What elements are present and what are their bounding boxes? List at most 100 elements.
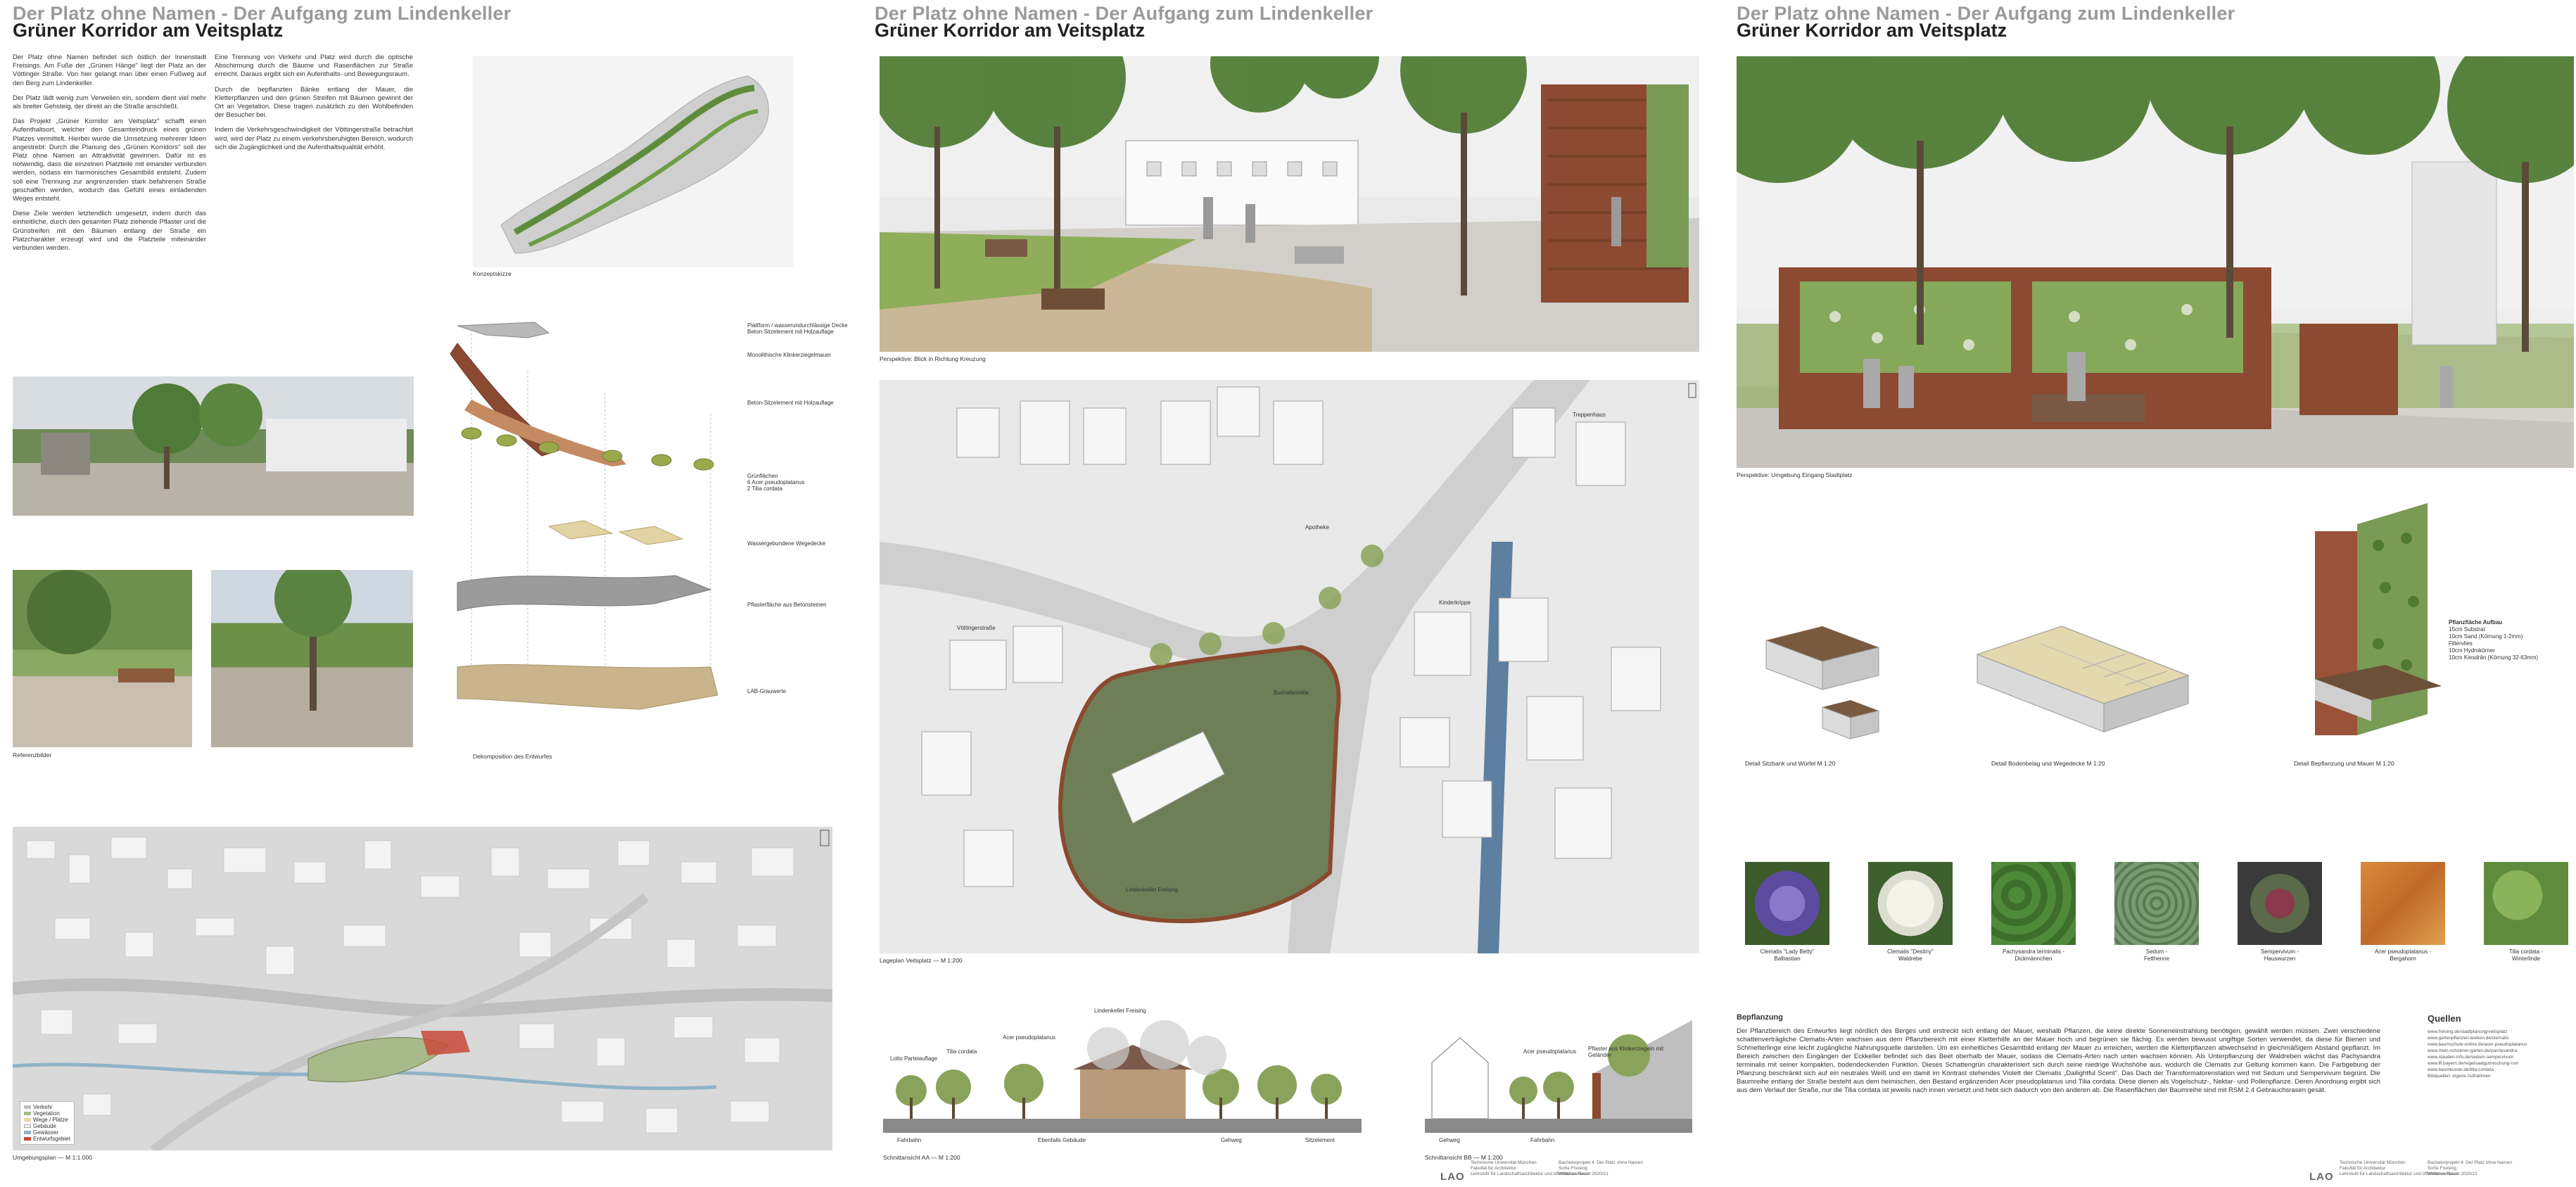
section-label: Lindenkeller Freising: [1094, 1008, 1146, 1014]
section-aa: Lindenkeller Freising Tilia cordata Acer…: [883, 1006, 1362, 1150]
map-legend: Verkehr Vegetation Wege / Plätze Gebäude…: [20, 1101, 75, 1145]
plant-caption: Pachysandra terminalis - Dickmännchen: [2002, 948, 2065, 962]
section-label: Lotto Parteiauflage: [890, 1055, 938, 1062]
section-label: Ebenfalls Gebäude: [1038, 1137, 1086, 1143]
sources-list: www.freising.de/stadtplanung/veitsplatz …: [2428, 1029, 2568, 1079]
plan-label: Bushaltestelle: [1274, 690, 1309, 696]
environment-caption: Umgebungsplan — M 1:1.000: [13, 1154, 92, 1161]
sheet-title-line2: Grüner Korridor am Veitsplatz: [13, 20, 284, 41]
section-label: Fahrbahn: [1530, 1137, 1555, 1143]
section-label: Acer pseudoplatanus: [1003, 1034, 1056, 1041]
sheet-title-line2: Grüner Korridor am Veitsplatz: [875, 20, 1146, 41]
legend-label: Vegetation: [33, 1110, 60, 1117]
reference-caption: Referenzbilder: [13, 751, 52, 758]
source-item: www.gartenpflanzen-lexikon.de/clematis: [2428, 1036, 2509, 1041]
plant-photo-sempervivum: [2238, 862, 2322, 945]
legend-item: Gebäude: [24, 1123, 70, 1129]
plant-caption: Clematis "Destiny" Waldrebe: [1887, 948, 1934, 962]
legend-item: Wege / Plätze: [24, 1117, 70, 1123]
detail-paving: [1963, 612, 2202, 753]
section-label: Gehweg: [1439, 1137, 1460, 1143]
plan-label: Apotheke: [1305, 524, 1329, 531]
source-item: www.mein-schoener-garten.de/pachysandra: [2428, 1048, 2518, 1053]
wall-layer: 15cm Substrat: [2449, 626, 2485, 633]
wall-layer: 10cm Sand (Körnung 1-2mm): [2449, 633, 2523, 640]
concept-sketch: [473, 56, 793, 267]
explode-label: Grünflächen 6 Acer pseudoplatanus 2 Tili…: [747, 473, 805, 492]
lao-logo: LAO: [1440, 1171, 1465, 1183]
intro-paragraph: Das Projekt „Grüner Korridor am Veitspla…: [13, 118, 206, 203]
plant-photo-clematis-white: [1868, 862, 1953, 945]
intro-text-col1: Der Platz ohne Namen befindet sich östli…: [13, 53, 206, 259]
legend-label: Gebäude: [33, 1123, 56, 1129]
decomposition-caption: Dekomposition des Entwurfes: [473, 753, 552, 760]
plant-photo-acer: [2361, 862, 2445, 945]
plant-photo-sedum: [2114, 862, 2199, 945]
concept-caption: Konzeptskizze: [473, 270, 512, 277]
perspective-caption: Perspektive: Umgebung Eingang Stadtplatz: [1737, 471, 1853, 478]
source-item: www.baumkunde.de/tilia-cordata: [2428, 1067, 2494, 1072]
explode-label: Plattform / wasserundurchlässige Decke B…: [747, 322, 848, 335]
sheet-2: Der Platz ohne Namen - Der Aufgang zum L…: [862, 0, 1720, 1187]
plan-label: Lindenkeller Freising: [1126, 887, 1178, 893]
section-label: Acer pseudoplatanus: [1523, 1048, 1577, 1055]
plan-label: Vöttingerstraße: [957, 625, 996, 631]
section-a-caption: Schnittansicht AA — M 1:200: [883, 1154, 960, 1161]
plant-photo-clematis-violet: [1745, 862, 1829, 945]
section-label: Fahrbahn: [897, 1137, 922, 1143]
sources-heading: Quellen: [2428, 1013, 2461, 1024]
explode-label: Wassergebundene Wegedecke: [747, 540, 826, 547]
perspective-crossing: [880, 56, 1699, 352]
planting-heading: Bepflanzung: [1737, 1013, 1783, 1022]
sheet-title-line2: Grüner Korridor am Veitsplatz: [1737, 20, 2007, 41]
legend-item: Gewässer: [24, 1129, 70, 1136]
perspective-entrance: [1737, 56, 2574, 468]
legend-item: Entwurfsgebiet: [24, 1136, 70, 1142]
intro-paragraph: Der Platz lädt wenig zum Verweilen ein, …: [13, 94, 206, 111]
explode-label: LAB-Grauwerte: [747, 688, 787, 694]
plan-caption: Lageplan Veitsplatz — M 1:200: [880, 957, 963, 964]
wall-layer: Pflanzfläche Aufbau: [2449, 619, 2503, 626]
intro-paragraph: Diese Ziele werden letztendlich umgesetz…: [13, 210, 206, 253]
planting-text: Der Pflanzbereich des Entwurfes liegt nö…: [1737, 1027, 2380, 1094]
plant-caption: Sempervivum - Hauswurzen: [2261, 948, 2299, 962]
environment-map: Verkehr Vegetation Wege / Plätze Gebäude…: [13, 827, 832, 1150]
lao-logo: LAO: [2309, 1171, 2334, 1183]
detail-wall: [2301, 503, 2449, 756]
detail-bench: [1752, 612, 1914, 753]
plant-caption: Acer pseudoplatanus - Bergahorn: [2374, 948, 2432, 962]
legend-label: Verkehr: [33, 1104, 53, 1110]
reference-photo-right: [211, 570, 413, 747]
reference-photo-wide: [13, 376, 414, 516]
intro-paragraph: Indem die Verkehrsgeschwindigkeit der Vö…: [215, 126, 413, 151]
plant-caption: Sedum - Fetthenne: [2143, 948, 2170, 962]
source-item: www.lfl.bayern.de/regelsaatgutmischung-r…: [2428, 1061, 2519, 1066]
site-plan: Vöttingerstraße Lindenkeller Freising Bu…: [880, 380, 1699, 953]
source-item: www.freising.de/stadtplanung/veitsplatz: [2428, 1029, 2508, 1034]
intro-text-col2: Eine Trennung von Verkehr und Platz wird…: [215, 53, 413, 158]
detail-caption: Detail Bepflanzung und Mauer M 1:20: [2294, 760, 2394, 767]
explode-label: Pflasterfläche aus Betonsteinen: [747, 602, 827, 608]
source-item: www.stauden-info.de/sedum-sempervivum: [2428, 1055, 2514, 1060]
detail-caption: Detail Bodenbelag und Wegedecke M 1:20: [1991, 760, 2105, 767]
wall-layer: 10cm Kiesdrän (Körnung 32-63mm): [2449, 654, 2539, 661]
legend-label: Wege / Plätze: [33, 1117, 68, 1123]
intro-paragraph: Eine Trennung von Verkehr und Platz wird…: [215, 53, 413, 79]
plant-photo-tilia: [2484, 862, 2568, 945]
wall-layer-list: Pflanzfläche Aufbau 15cm Substrat 10cm S…: [2449, 619, 2538, 661]
detail-caption: Detail Sitzbank und Würfel M 1:20: [1745, 760, 1836, 767]
perspective-caption: Perspektive: Blick in Richtung Kreuzung: [880, 355, 986, 362]
sheet-1: Der Platz ohne Namen - Der Aufgang zum L…: [0, 0, 858, 1187]
reference-photo-left: [13, 570, 192, 747]
legend-label: Gewässer: [33, 1129, 59, 1136]
wall-layer: 10cm Hydrokörner: [2449, 647, 2495, 654]
source-item: Bildquellen: eigene Aufnahmen: [2428, 1074, 2491, 1079]
plan-label: Treppenhaus: [1573, 412, 1606, 418]
section-label: Tilia cordata: [946, 1048, 977, 1055]
footer-course: Bachelorprojekt 4: Der Platz ohne Namen …: [1559, 1160, 1643, 1176]
sheet-3: Der Platz ohne Namen - Der Aufgang zum L…: [1724, 0, 2576, 1187]
plant-photo-pachysandra: [1991, 862, 2076, 945]
source-item: www.baumschule-online.de/acer-pseudoplat…: [2428, 1042, 2527, 1047]
intro-paragraph: Durch die bepflanzten Bänke entlang der …: [215, 85, 413, 120]
plan-label: Kinderkrippe: [1439, 599, 1471, 606]
